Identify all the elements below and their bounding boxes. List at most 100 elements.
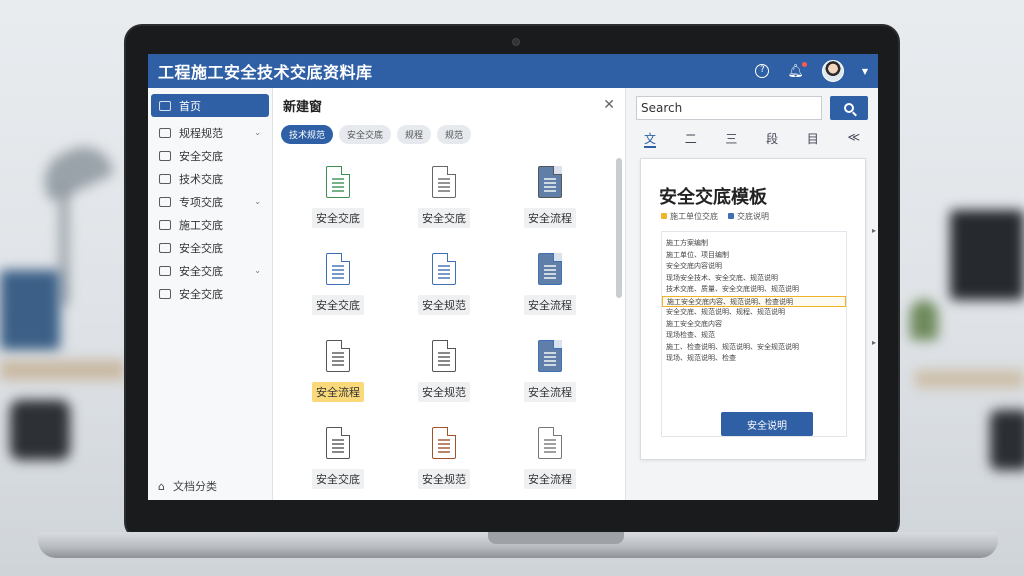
sidebar-item[interactable]: 施工交底	[151, 213, 269, 236]
panel-header: 新建窗 ✕	[273, 88, 625, 122]
sidebar-item[interactable]: 安全交底 ⌄	[151, 259, 269, 282]
document-icon-line	[437, 451, 450, 453]
document-icon-line	[543, 356, 556, 358]
filter-chip[interactable]: 安全交底	[338, 124, 391, 144]
document-item[interactable]: 安全交底	[285, 419, 391, 500]
document-icon	[325, 166, 350, 198]
document-label: 安全流程	[523, 469, 576, 489]
document-icon-line	[331, 447, 344, 449]
preview-line: 施工单位、项目编制	[666, 250, 729, 259]
sidebar-item[interactable]: 专项交底 ⌄	[151, 190, 269, 213]
legend-item: 交底说明	[728, 211, 769, 222]
sidebar-item[interactable]: 规程规范 ⌄	[151, 121, 269, 144]
document-label: 安全流程	[523, 382, 576, 402]
sidebar-item-label: 安全交底	[179, 264, 223, 278]
document-item[interactable]: 安全流程	[497, 419, 603, 500]
avatar[interactable]	[821, 60, 844, 82]
document-icon-line	[331, 190, 344, 192]
chevron-right-icon[interactable]: ▸	[872, 338, 876, 347]
document-item[interactable]: 安全交底	[285, 245, 391, 332]
sidebar-item-label: 安全交底	[179, 287, 223, 301]
document-icon	[431, 427, 456, 459]
document-label: 安全流程	[311, 382, 364, 402]
document-icon-line	[331, 439, 344, 441]
chevron-down-icon[interactable]: ▼	[862, 67, 868, 76]
folder-icon	[159, 173, 171, 184]
document-icon-line	[543, 451, 556, 453]
document-item[interactable]: 安全流程	[497, 245, 603, 332]
search-button[interactable]	[830, 96, 868, 120]
sidebar-item[interactable]: 技术交底	[151, 167, 269, 190]
preview-toolbar: 文 二 三 段 目 ≪	[626, 130, 878, 148]
toolbar-tab[interactable]: 段	[766, 130, 778, 148]
sidebar-item[interactable]: 安全交底	[151, 282, 269, 305]
document-icon-line	[437, 443, 450, 445]
bell-icon[interactable]: 🔔︎	[787, 61, 807, 79]
document-icon-line	[543, 269, 556, 271]
preview-line: 安全交底内容说明	[666, 262, 722, 270]
toolbar-tab[interactable]: ≪	[847, 130, 860, 148]
background-chair-left	[10, 400, 70, 460]
document-item[interactable]: 安全流程	[497, 332, 603, 419]
document-icon-line	[331, 451, 344, 453]
sidebar-item[interactable]: 安全交底	[151, 144, 269, 167]
document-icon-line	[543, 178, 556, 180]
document-item[interactable]: 安全交底	[391, 158, 497, 245]
search-input[interactable]	[636, 96, 822, 120]
document-item[interactable]: 安全规范	[391, 245, 497, 332]
background-monitor-right	[950, 210, 1024, 300]
document-icon-line	[437, 178, 450, 180]
app-window: 工程施工安全技术交底资料库 ? 🔔︎ ▼ 首页 规程规范 ⌄ 安全交底 技术交底 专项交底…	[148, 54, 878, 500]
document-icon-line	[437, 439, 450, 441]
toolbar-tab[interactable]: 目	[807, 130, 819, 148]
toolbar-tab[interactable]: 三	[725, 130, 737, 148]
document-item[interactable]: 安全规范	[391, 419, 497, 500]
document-icon	[325, 340, 350, 372]
background-monitor-left	[0, 270, 60, 350]
filter-chip[interactable]: 规范	[437, 124, 472, 144]
filter-chip[interactable]: 规程	[396, 124, 431, 144]
document-icon-line	[331, 364, 344, 366]
chevron-down-icon: ⌄	[254, 128, 261, 137]
folder-icon	[159, 219, 171, 230]
close-icon[interactable]: ✕	[603, 97, 615, 113]
document-label: 安全流程	[523, 295, 576, 315]
notification-dot	[801, 61, 807, 67]
filter-chip[interactable]: 技术规范	[280, 124, 333, 144]
document-icon-line	[543, 364, 556, 366]
background-lamp	[34, 137, 116, 203]
document-item[interactable]: 安全交底	[285, 158, 391, 245]
toolbar-tab[interactable]: 二	[685, 130, 697, 148]
document-item[interactable]: 安全规范	[391, 332, 497, 419]
preview-line: 技术交底、质量、安全交底说明、规范说明	[666, 285, 799, 293]
preview-line: 施工安全交底内容、规范说明、检查说明	[662, 295, 846, 307]
preview-panel: 文 二 三 段 目 ≪ 安全交底模板 施工单位交底 交底说明 施工方案编制施工单位、项目编制…	[626, 88, 878, 500]
folder-icon	[159, 127, 171, 138]
document-icon-line	[543, 273, 556, 275]
folder-icon	[159, 150, 171, 161]
document-item[interactable]: 安全流程	[285, 332, 391, 419]
toolbar-tab[interactable]: 文	[644, 130, 657, 148]
document-icon-line	[437, 447, 450, 449]
sidebar-item-label: 首页	[179, 99, 201, 113]
search-icon	[844, 103, 854, 113]
document-item[interactable]: 安全流程	[497, 158, 603, 245]
document-icon-line	[331, 265, 344, 267]
document-icon-line	[437, 277, 450, 279]
filter-chips: 技术规范 安全交底 规程 规范	[273, 122, 625, 146]
help-icon[interactable]: ?	[755, 64, 770, 78]
document-icon	[537, 427, 562, 459]
sidebar-footer[interactable]: ⌂ 文档分类	[148, 478, 272, 494]
document-preview: 安全交底模板 施工单位交底 交底说明 施工方案编制 施工单位、项目编制 安全交底内容说…	[640, 158, 866, 460]
preview-line: 施工、检查说明、规范说明、安全规范说明	[666, 342, 799, 351]
chevron-right-icon[interactable]: ▸	[872, 226, 876, 235]
sidebar-item[interactable]: 安全交底	[151, 236, 269, 259]
scrollbar[interactable]	[616, 158, 622, 298]
document-label: 安全交底	[311, 469, 364, 489]
document-icon-line	[543, 360, 556, 362]
document-icon-line	[543, 443, 556, 445]
document-icon-line	[437, 186, 450, 188]
sidebar-item-label: 安全交底	[179, 149, 223, 163]
sidebar-item[interactable]: 首页	[151, 94, 269, 117]
preview-action-button[interactable]: 安全说明	[721, 412, 813, 436]
